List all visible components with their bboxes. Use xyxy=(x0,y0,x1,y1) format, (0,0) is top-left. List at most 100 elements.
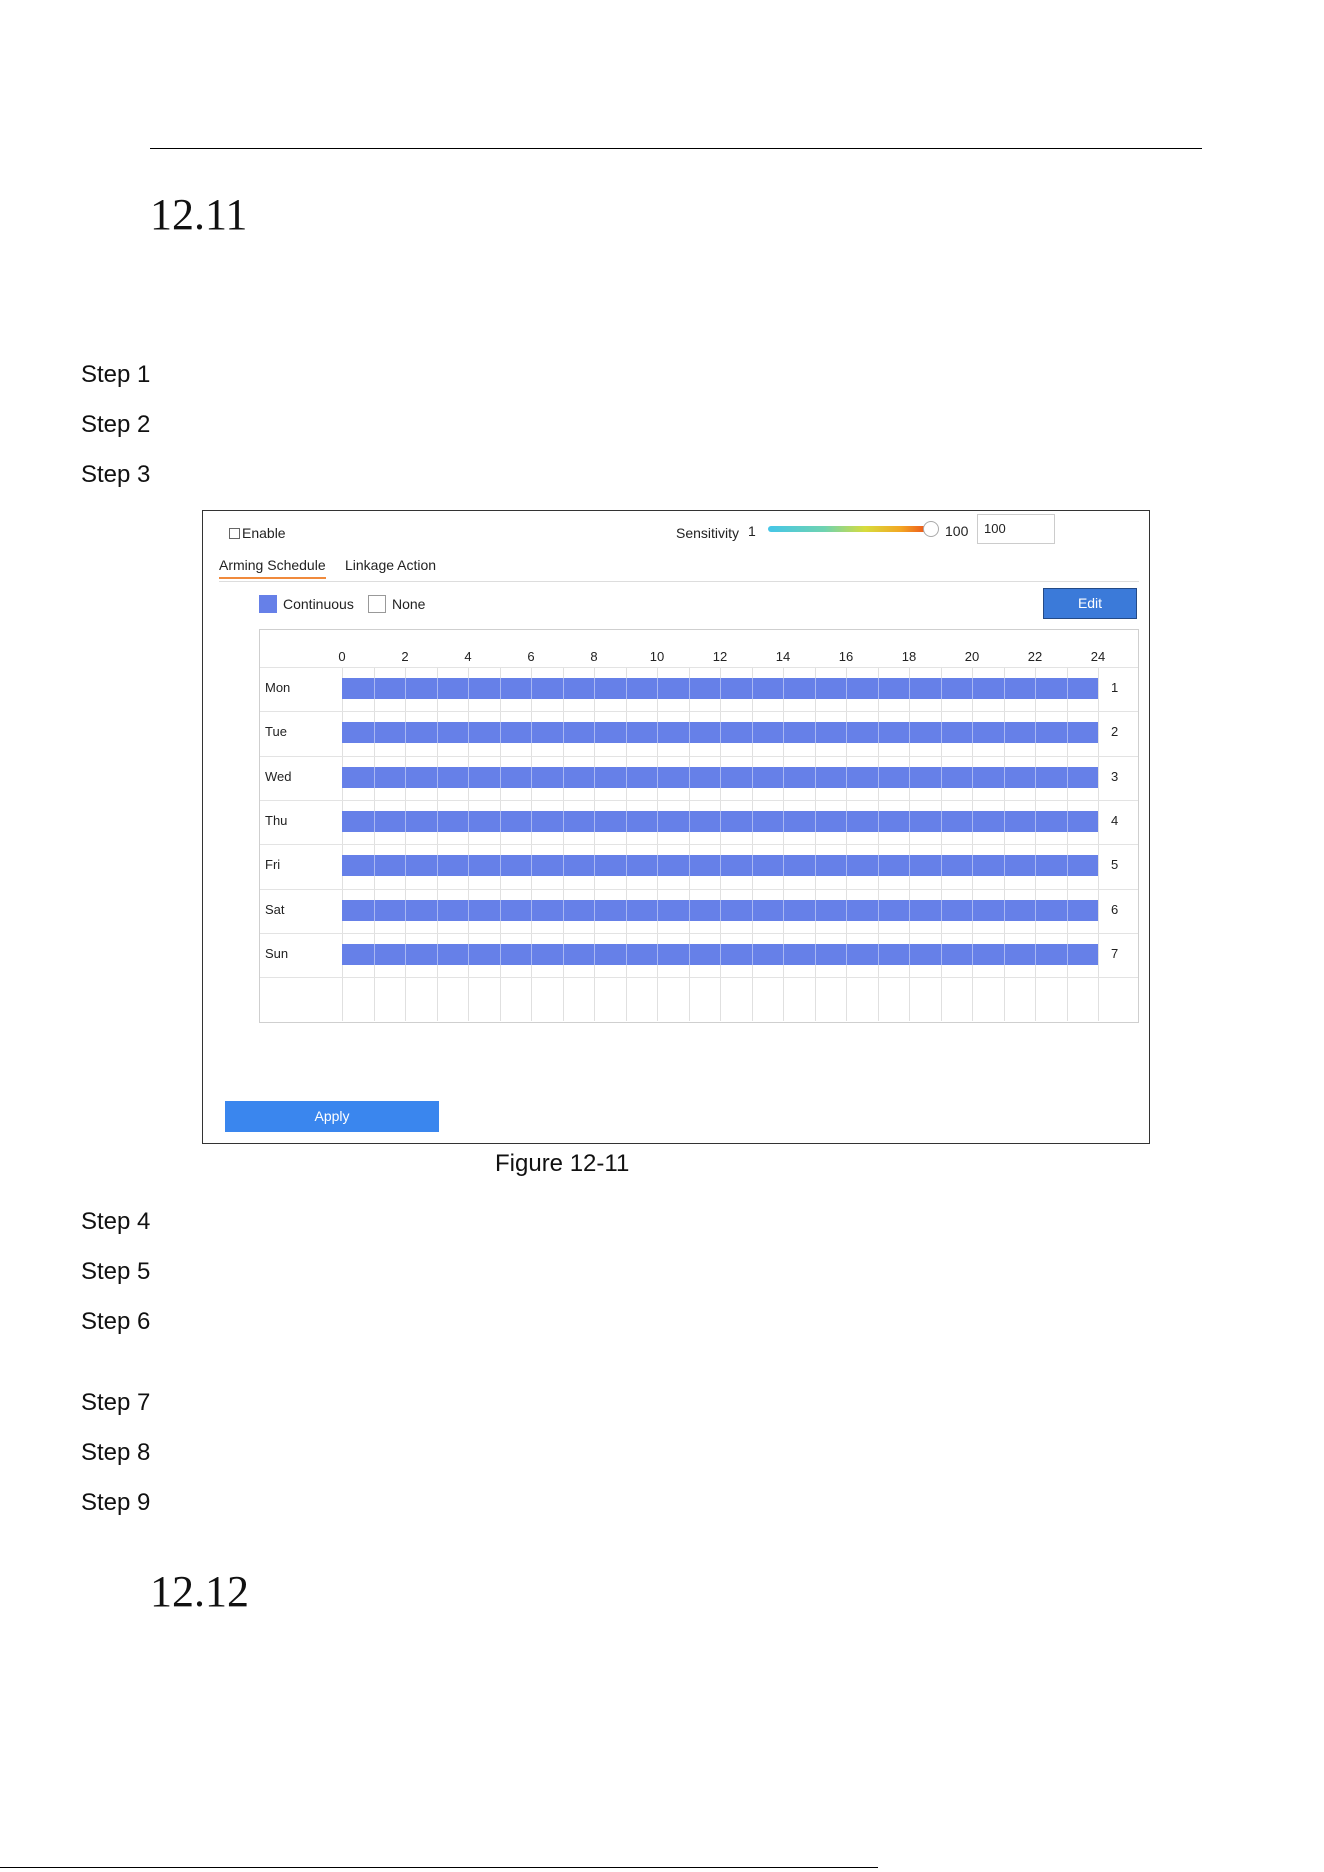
bar-hour-divider xyxy=(437,855,438,876)
day-number: 7 xyxy=(1111,946,1119,961)
bar-hour-divider xyxy=(468,678,469,699)
sensitivity-max-label: 100 xyxy=(945,523,969,539)
row-gridline xyxy=(260,756,1138,757)
day-number: 5 xyxy=(1111,857,1119,872)
bar-hour-divider xyxy=(531,944,532,965)
bar-hour-divider xyxy=(1004,678,1005,699)
enable-toggle[interactable]: Enable xyxy=(229,525,286,541)
enable-checkbox[interactable] xyxy=(229,527,240,539)
row-gridline xyxy=(260,977,1138,978)
hour-label: 20 xyxy=(964,649,980,664)
row-gridline xyxy=(260,933,1138,934)
bar-hour-divider xyxy=(1067,900,1068,921)
bar-hour-divider xyxy=(783,767,784,788)
bar-hour-divider xyxy=(500,855,501,876)
bar-hour-divider xyxy=(563,900,564,921)
bar-hour-divider xyxy=(405,678,406,699)
bar-hour-divider xyxy=(689,722,690,743)
footer-rule xyxy=(0,1867,878,1868)
bar-hour-divider xyxy=(563,944,564,965)
bar-hour-divider xyxy=(626,722,627,743)
bar-hour-divider xyxy=(594,767,595,788)
schedule-grid[interactable]: 0 2 4 6 8 10 12 14 16 18 20 22 24 Mon 1 Tue 2 Wed 3 Thu 4 Fri… xyxy=(259,629,1139,1023)
step-label: Step 8 xyxy=(81,1439,151,1466)
step-label: Step 3 xyxy=(81,461,151,488)
section-number: 12.11 xyxy=(150,190,248,239)
day-number: 4 xyxy=(1111,813,1119,828)
bar-hour-divider xyxy=(752,900,753,921)
bar-hour-divider xyxy=(972,767,973,788)
bar-hour-divider xyxy=(1067,811,1068,832)
bar-hour-divider xyxy=(720,811,721,832)
bar-hour-divider xyxy=(531,900,532,921)
bar-hour-divider xyxy=(626,767,627,788)
bar-hour-divider xyxy=(405,722,406,743)
edit-button[interactable]: Edit xyxy=(1043,588,1137,619)
bar-hour-divider xyxy=(941,811,942,832)
bar-hour-divider xyxy=(846,900,847,921)
bar-hour-divider xyxy=(1067,944,1068,965)
bar-hour-divider xyxy=(405,767,406,788)
bar-hour-divider xyxy=(374,855,375,876)
tab-linkage-action[interactable]: Linkage Action xyxy=(345,557,436,577)
bar-hour-divider xyxy=(1004,944,1005,965)
bar-hour-divider xyxy=(909,678,910,699)
row-gridline xyxy=(260,844,1138,845)
day-number: 3 xyxy=(1111,769,1119,784)
bar-hour-divider xyxy=(626,855,627,876)
bar-hour-divider xyxy=(941,678,942,699)
bar-hour-divider xyxy=(437,767,438,788)
legend-continuous[interactable]: Continuous xyxy=(259,595,354,613)
bar-hour-divider xyxy=(657,767,658,788)
row-gridline xyxy=(260,711,1138,712)
header-rule xyxy=(150,148,1202,149)
bar-hour-divider xyxy=(941,722,942,743)
sensitivity-slider-handle[interactable] xyxy=(923,521,939,537)
bar-hour-divider xyxy=(720,722,721,743)
bar-hour-divider xyxy=(846,767,847,788)
bar-hour-divider xyxy=(563,678,564,699)
bar-hour-divider xyxy=(531,855,532,876)
bar-hour-divider xyxy=(374,722,375,743)
motion-settings-panel: Enable Sensitivity 1 100 100 Arming Sche… xyxy=(202,510,1150,1144)
bar-hour-divider xyxy=(720,855,721,876)
bar-hour-divider xyxy=(1035,678,1036,699)
step-label: Step 5 xyxy=(81,1258,151,1285)
sensitivity-slider[interactable] xyxy=(768,526,930,532)
hour-label: 0 xyxy=(338,649,346,664)
bar-hour-divider xyxy=(437,722,438,743)
hour-label: 2 xyxy=(401,649,409,664)
bar-hour-divider xyxy=(437,678,438,699)
bar-hour-divider xyxy=(1035,900,1036,921)
bar-hour-divider xyxy=(468,855,469,876)
bar-hour-divider xyxy=(783,811,784,832)
bar-hour-divider xyxy=(909,722,910,743)
bar-hour-divider xyxy=(878,944,879,965)
legend-none[interactable]: None xyxy=(368,595,425,613)
step-label: Step 9 xyxy=(81,1489,151,1516)
enable-label: Enable xyxy=(242,525,286,541)
step-label: Step 1 xyxy=(81,361,151,388)
bar-hour-divider xyxy=(941,944,942,965)
bar-hour-divider xyxy=(500,811,501,832)
bar-hour-divider xyxy=(846,678,847,699)
step-label: Step 4 xyxy=(81,1208,151,1235)
bar-hour-divider xyxy=(972,900,973,921)
bar-hour-divider xyxy=(846,811,847,832)
sensitivity-input[interactable]: 100 xyxy=(977,514,1055,544)
bar-hour-divider xyxy=(689,944,690,965)
bar-hour-divider xyxy=(878,722,879,743)
bar-hour-divider xyxy=(846,944,847,965)
apply-button[interactable]: Apply xyxy=(225,1101,439,1132)
bar-hour-divider xyxy=(500,767,501,788)
day-number: 2 xyxy=(1111,724,1119,739)
tab-arming-schedule[interactable]: Arming Schedule xyxy=(219,557,326,579)
bar-hour-divider xyxy=(1067,767,1068,788)
figure-caption: Figure 12-11 xyxy=(495,1150,630,1177)
day-number: 6 xyxy=(1111,902,1119,917)
bar-hour-divider xyxy=(500,944,501,965)
bar-hour-divider xyxy=(878,855,879,876)
bar-hour-divider xyxy=(878,767,879,788)
bar-hour-divider xyxy=(972,855,973,876)
bar-hour-divider xyxy=(657,811,658,832)
